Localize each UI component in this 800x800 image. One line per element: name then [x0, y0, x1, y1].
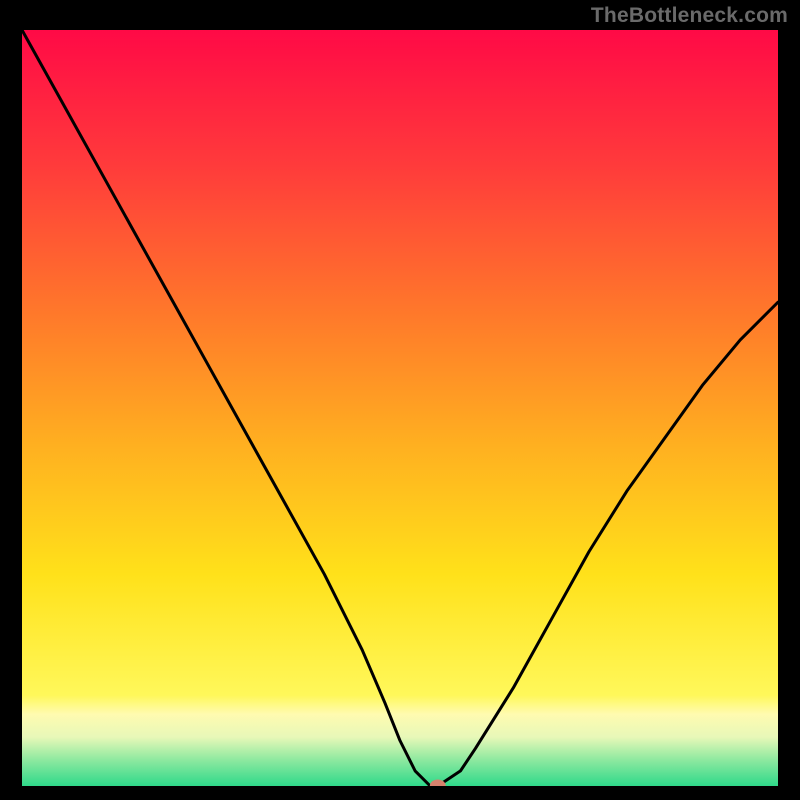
- watermark-text: TheBottleneck.com: [591, 4, 788, 28]
- chart-svg: [22, 30, 778, 786]
- chart-frame: TheBottleneck.com: [0, 0, 800, 800]
- bottleneck-chart: [22, 30, 778, 786]
